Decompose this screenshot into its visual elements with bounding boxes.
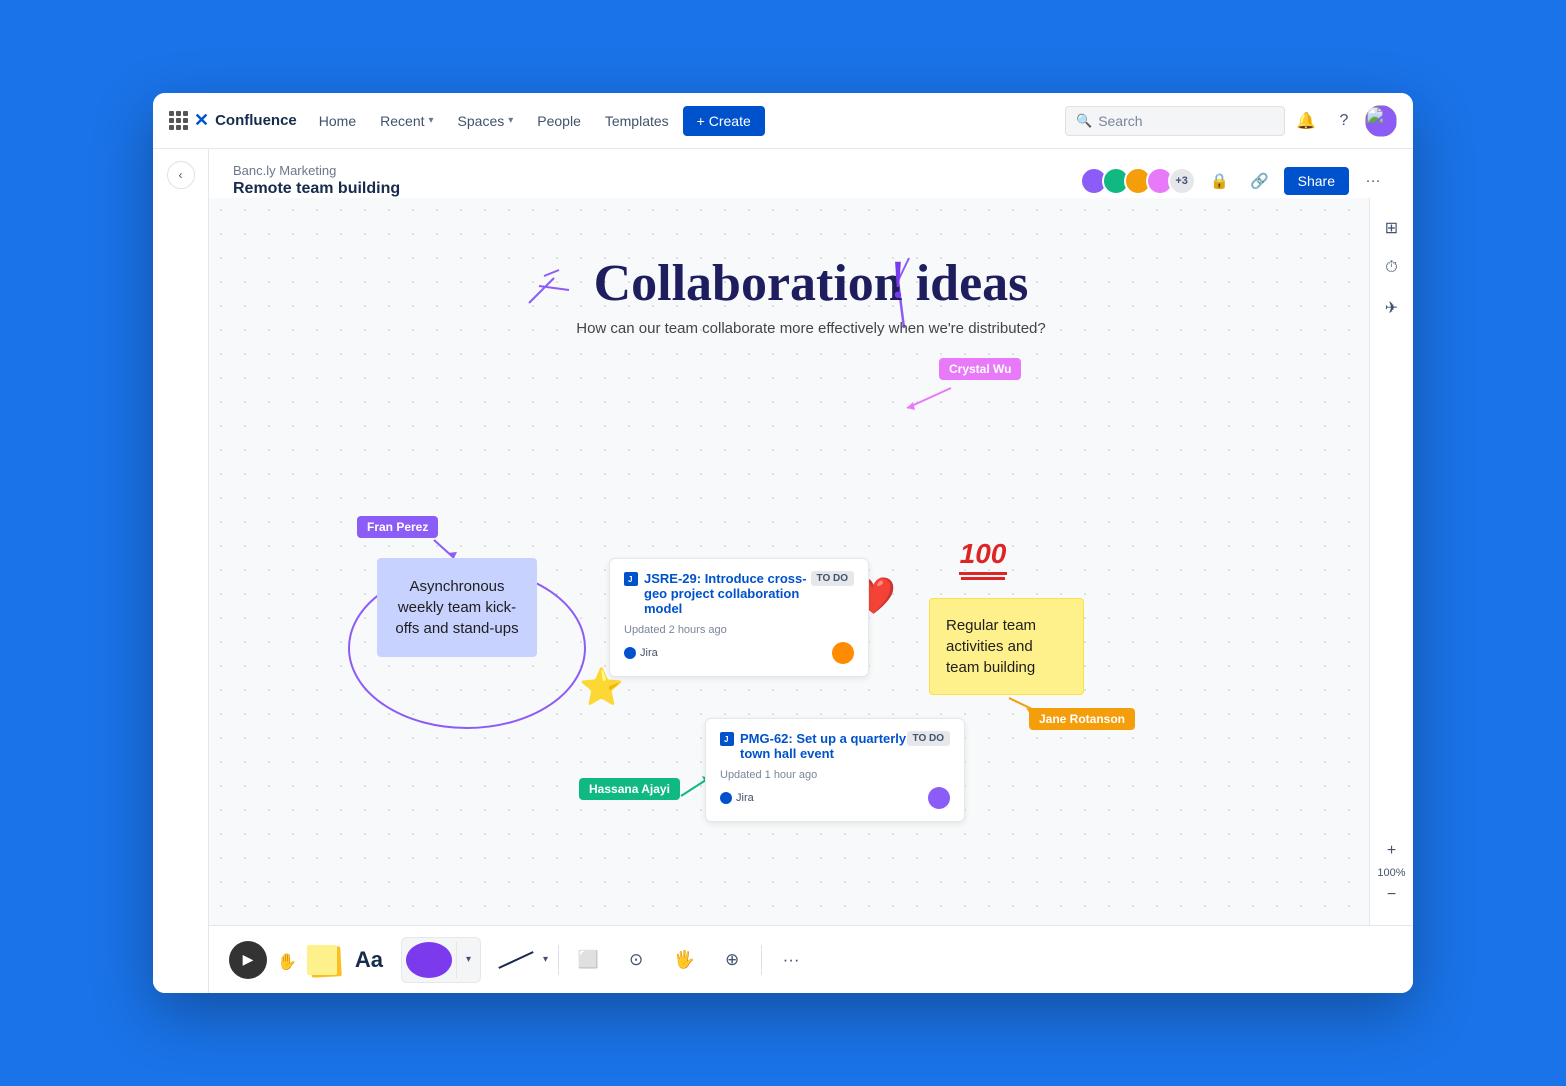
avatar-overflow-count: +3	[1168, 167, 1196, 195]
content-header: Banc.ly Marketing Remote team building +…	[209, 149, 1413, 198]
hand-tool[interactable]: ✋	[277, 952, 297, 972]
collaboration-subtitle: How can our team collaborate more effect…	[576, 320, 1046, 337]
text-tool[interactable]: Aa	[347, 947, 391, 973]
toolbar-divider-1	[558, 945, 559, 975]
header-actions: +3 🔒 🔗 Share ···	[1080, 165, 1389, 197]
stickies-tool[interactable]	[307, 945, 337, 975]
shape-preview	[406, 942, 452, 978]
confluence-wordmark: Confluence	[215, 112, 297, 129]
breadcrumb: Banc.ly Marketing	[233, 163, 400, 178]
rectangle-tool[interactable]: ⬜	[569, 941, 607, 979]
confluence-x-icon: ✕	[194, 110, 209, 131]
help-button[interactable]: ?	[1327, 104, 1361, 138]
zoom-out-button[interactable]: −	[1378, 881, 1406, 909]
link-button[interactable]: 🔗	[1244, 165, 1276, 197]
play-button[interactable]: ▶	[229, 941, 267, 979]
line-tool[interactable]: ▾	[491, 954, 548, 965]
whiteboard-title-area: Collaboration ideas How can our team col…	[576, 258, 1046, 337]
nav-spaces[interactable]: Spaces ▾	[448, 107, 524, 135]
sticky-front	[307, 945, 337, 975]
exclamation-decoration: !	[889, 248, 907, 310]
app-window: ✕ Confluence Home Recent ▾ Spaces ▾ Peop…	[153, 93, 1413, 993]
link-tool[interactable]: ⊕	[713, 941, 751, 979]
jira-source-1: Jira	[624, 647, 658, 659]
jira-card-1[interactable]: J JSRE-29: Introduce cross-geo project c…	[609, 558, 869, 677]
right-panel: ⊞ ⏱ ✈	[1369, 198, 1413, 925]
top-navigation: ✕ Confluence Home Recent ▾ Spaces ▾ Peop…	[153, 93, 1413, 149]
jira-card-1-source: Updated 2 hours ago	[624, 624, 727, 636]
notifications-button[interactable]: 🔔	[1289, 104, 1323, 138]
fran-perez-label: Fran Perez	[357, 516, 438, 538]
lock-button[interactable]: 🔒	[1204, 165, 1236, 197]
jira-card-2-avatar	[928, 787, 950, 809]
nav-recent[interactable]: Recent ▾	[370, 107, 443, 135]
jira-card-2-status: TO DO	[907, 731, 950, 746]
page-info: Banc.ly Marketing Remote team building	[233, 163, 400, 198]
shape-tool[interactable]: ▾	[401, 937, 481, 983]
nav-people[interactable]: People	[527, 107, 591, 135]
bottom-toolbar: ▶ ✋ Aa ▾	[209, 925, 1413, 993]
jira-card-1-status: TO DO	[811, 571, 854, 586]
page-title: Remote team building	[233, 180, 400, 198]
shape-dropdown-arrow[interactable]: ▾	[456, 942, 480, 978]
svg-text:J: J	[724, 735, 728, 744]
user-avatar[interactable]	[1365, 105, 1397, 137]
more-tools-button[interactable]: ···	[772, 941, 810, 979]
jira-card-1-avatar	[832, 642, 854, 664]
sidebar-toggle[interactable]: ‹	[167, 161, 195, 189]
share-button[interactable]: Share	[1284, 167, 1349, 195]
nav-templates[interactable]: Templates	[595, 107, 679, 135]
jira-card-2[interactable]: J PMG-62: Set up a quarterly town hall e…	[705, 718, 965, 822]
zoom-level-label: 100%	[1377, 867, 1405, 879]
sticky-note-async[interactable]: Asynchronous weekly team kick-offs and s…	[377, 558, 537, 657]
line-dropdown-arrow[interactable]: ▾	[543, 954, 548, 965]
zoom-in-button[interactable]: +	[1378, 837, 1406, 865]
app-logo[interactable]: ✕ Confluence	[169, 110, 297, 131]
connect-tool[interactable]: ⊙	[617, 941, 655, 979]
collaborators-avatars: +3	[1080, 167, 1196, 195]
collaboration-title: Collaboration ideas	[576, 258, 1046, 310]
jira-source-2: Jira	[720, 792, 754, 804]
jane-rotanson-label: Jane Rotanson	[1029, 708, 1135, 730]
more-options-button[interactable]: ···	[1357, 165, 1389, 197]
line-preview	[498, 951, 533, 969]
recent-dropdown-arrow: ▾	[429, 115, 434, 126]
nav-home[interactable]: Home	[309, 107, 366, 135]
svg-text:J: J	[628, 575, 632, 584]
sidebar: ‹	[153, 149, 209, 993]
panel-table-icon[interactable]: ⊞	[1374, 210, 1410, 246]
crystal-wu-label: Crystal Wu	[939, 358, 1021, 380]
toolbar-divider-2	[761, 945, 762, 975]
hundred-decoration: 100	[959, 538, 1007, 580]
hassana-ajayi-label: Hassana Ajayi	[579, 778, 680, 800]
create-button[interactable]: + Create	[683, 106, 765, 136]
panel-timer-icon[interactable]: ⏱	[1374, 250, 1410, 286]
zoom-controls: + 100% −	[1369, 831, 1413, 915]
main-area: ‹ Banc.ly Marketing Remote team building	[153, 149, 1413, 993]
whiteboard-canvas[interactable]: Collaboration ideas How can our team col…	[209, 198, 1413, 925]
grid-icon	[169, 111, 188, 130]
jira-icon-1: J	[624, 572, 638, 586]
panel-plugin-icon[interactable]: ✈	[1374, 290, 1410, 326]
sticky-note-team-activities[interactable]: Regular team activities and team buildin…	[929, 598, 1084, 695]
spaces-dropdown-arrow: ▾	[508, 115, 513, 126]
content-area: Banc.ly Marketing Remote team building +…	[209, 149, 1413, 993]
stamp-tool[interactable]: 🖐	[665, 941, 703, 979]
jira-icon-2: J	[720, 732, 734, 746]
search-icon: 🔍	[1076, 113, 1092, 129]
search-box[interactable]: 🔍 Search	[1065, 106, 1285, 136]
